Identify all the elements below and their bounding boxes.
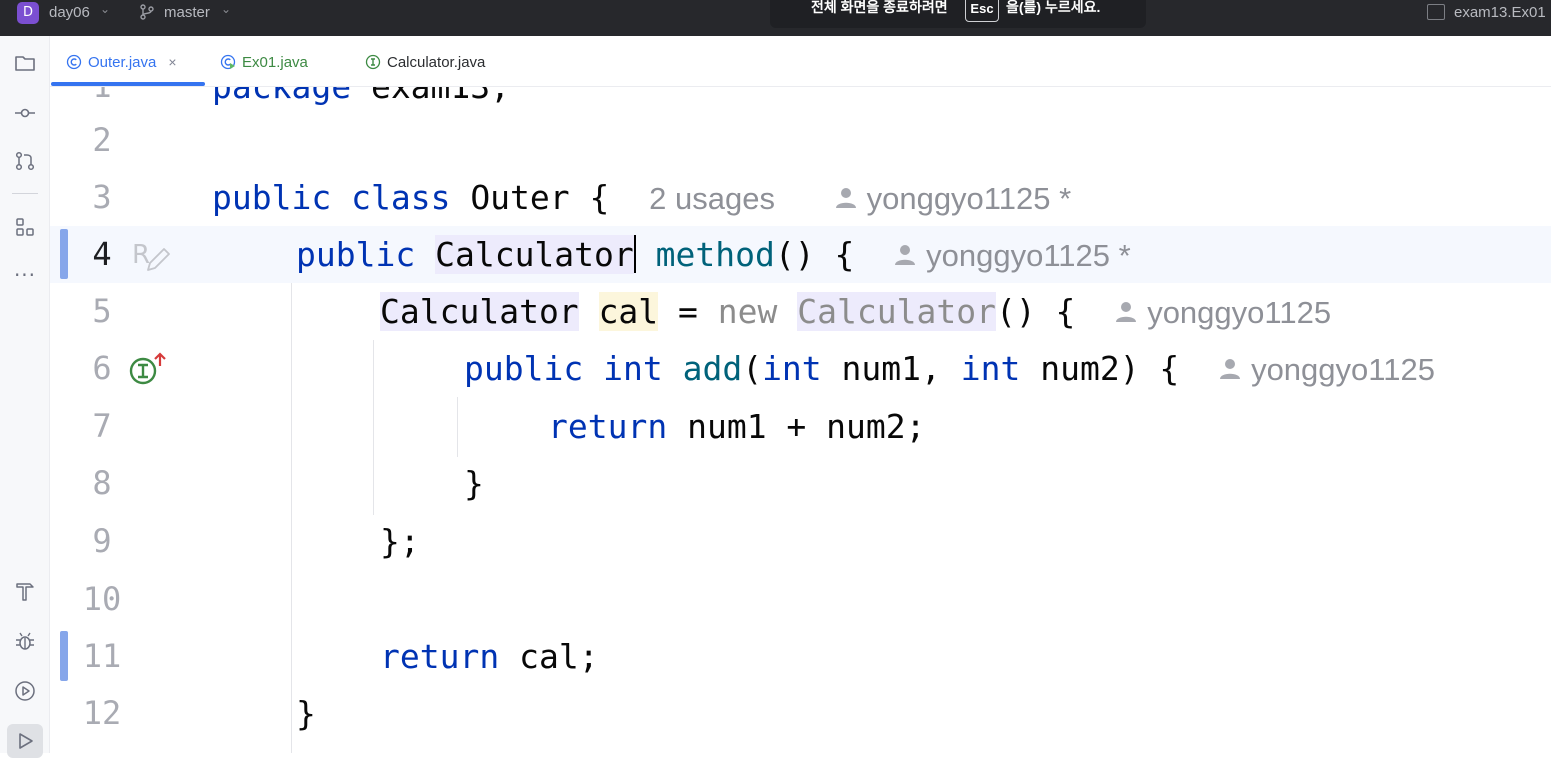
project-badge[interactable]: D — [17, 2, 39, 24]
interface-icon — [365, 54, 381, 70]
line-number: 2 — [92, 121, 112, 159]
fullscreen-hint-after: 을(를) 누르세요. — [1006, 0, 1101, 15]
vcs-modified-marker[interactable] — [60, 229, 68, 279]
code-text: package exam13; — [212, 87, 510, 115]
code-line: 11 return cal; — [50, 628, 1551, 685]
code-text: public int add(int num1, int num2) { yon… — [464, 349, 1435, 388]
line-number: 11 — [82, 637, 122, 675]
line-number: 6 — [92, 349, 112, 387]
tab-label: Ex01.java — [242, 53, 308, 71]
code-line: 6 public int add(int num1, int num2) { y… — [50, 340, 1551, 397]
structure-icon[interactable] — [12, 214, 38, 240]
esc-key: Esc — [965, 0, 999, 22]
svg-text:R: R — [132, 240, 150, 270]
person-icon — [1116, 301, 1137, 322]
chevron-down-icon[interactable]: ⌄ — [221, 2, 231, 16]
tool-window-strip: ··· — [0, 36, 50, 758]
line-number: 3 — [92, 178, 112, 216]
code-line: 2 — [50, 112, 1551, 169]
fullscreen-hint-before: 전체 화면을 종료하려면 — [811, 0, 948, 15]
run-configuration[interactable]: exam13.Ex01 — [1454, 4, 1546, 21]
tab-label: Outer.java — [88, 53, 157, 71]
code-text: Calculator cal = new Calculator() { yong… — [380, 292, 1332, 331]
tab-outer-java[interactable]: Outer.java × — [66, 50, 177, 74]
code-text: } — [464, 464, 484, 503]
line-number: 1 — [78, 87, 126, 115]
code-line: 1 package exam13; — [50, 87, 1551, 115]
code-text: return num1 + num2; — [548, 407, 926, 446]
person-icon — [835, 187, 856, 208]
editor-tabs: Outer.java × Ex01.java Calculator.java — [50, 36, 1551, 87]
code-text: }; — [380, 522, 420, 561]
code-text: public class Outer { 2 usages yonggyo112… — [212, 178, 1072, 217]
person-icon — [1220, 358, 1241, 379]
author-hint[interactable]: yonggyo1125 * — [894, 238, 1131, 273]
rename-icon[interactable]: R — [130, 236, 174, 276]
folder-icon[interactable] — [12, 50, 38, 76]
line-number: 5 — [92, 292, 112, 330]
code-editor[interactable]: 1 package exam13; 2 3 public class Outer… — [50, 87, 1551, 753]
project-name[interactable]: day06 — [49, 4, 90, 21]
author-hint[interactable]: yonggyo1125 — [1115, 295, 1331, 330]
tab-label: Calculator.java — [387, 53, 486, 71]
code-line: 10 — [50, 571, 1551, 628]
debug-icon[interactable] — [12, 628, 38, 654]
line-number: 4 — [92, 235, 112, 273]
line-number: 9 — [92, 522, 112, 560]
line-number: 8 — [92, 464, 112, 502]
class-icon — [66, 54, 82, 70]
branch-name[interactable]: master — [164, 4, 210, 21]
title-bar: D day06 ⌄ master ⌄ 전체 화면을 종료하려면 Esc 을(를)… — [0, 0, 1551, 36]
run-config-icon — [1427, 4, 1445, 20]
author-hint[interactable]: yonggyo1125 — [1219, 352, 1435, 387]
more-tools-icon[interactable]: ··· — [12, 262, 38, 288]
pull-requests-icon[interactable] — [12, 148, 38, 174]
branch-icon — [140, 4, 154, 20]
code-text: public Calculator method() { yonggyo1125… — [296, 234, 1131, 274]
code-line: 9 }; — [50, 513, 1551, 570]
implements-method-icon[interactable] — [128, 352, 168, 386]
close-icon[interactable]: × — [168, 54, 176, 70]
person-icon — [895, 244, 916, 265]
tool-separator — [12, 193, 38, 194]
services-icon[interactable] — [12, 678, 38, 704]
fullscreen-exit-banner: 전체 화면을 종료하려면 Esc 을(를) 누르세요. — [770, 0, 1146, 28]
vcs-modified-marker[interactable] — [60, 631, 68, 681]
code-line: 12 } — [50, 685, 1551, 742]
code-line-current: 4 R public Calculator method() { yonggyo… — [50, 226, 1551, 283]
line-number: 12 — [82, 694, 122, 732]
code-line: 7 return num1 + num2; — [50, 398, 1551, 455]
code-line: 8 } — [50, 455, 1551, 512]
active-tab-indicator — [51, 82, 205, 86]
usages-hint[interactable]: 2 usages — [649, 181, 775, 216]
code-line: 5 Calculator cal = new Calculator() { yo… — [50, 283, 1551, 340]
chevron-down-icon[interactable]: ⌄ — [100, 2, 110, 16]
code-text: } — [296, 694, 316, 733]
runnable-class-icon — [220, 54, 236, 70]
code-text: return cal; — [380, 637, 599, 676]
line-number: 10 — [82, 580, 122, 618]
commit-icon[interactable] — [12, 100, 38, 126]
author-hint[interactable]: yonggyo1125 * — [835, 181, 1071, 216]
build-icon[interactable] — [12, 578, 38, 604]
tab-calculator-java[interactable]: Calculator.java — [365, 50, 485, 74]
code-line: 3 public class Outer { 2 usages yonggyo1… — [50, 169, 1551, 226]
line-number: 7 — [92, 407, 112, 445]
tab-ex01-java[interactable]: Ex01.java — [220, 50, 308, 74]
text-caret — [633, 234, 636, 273]
